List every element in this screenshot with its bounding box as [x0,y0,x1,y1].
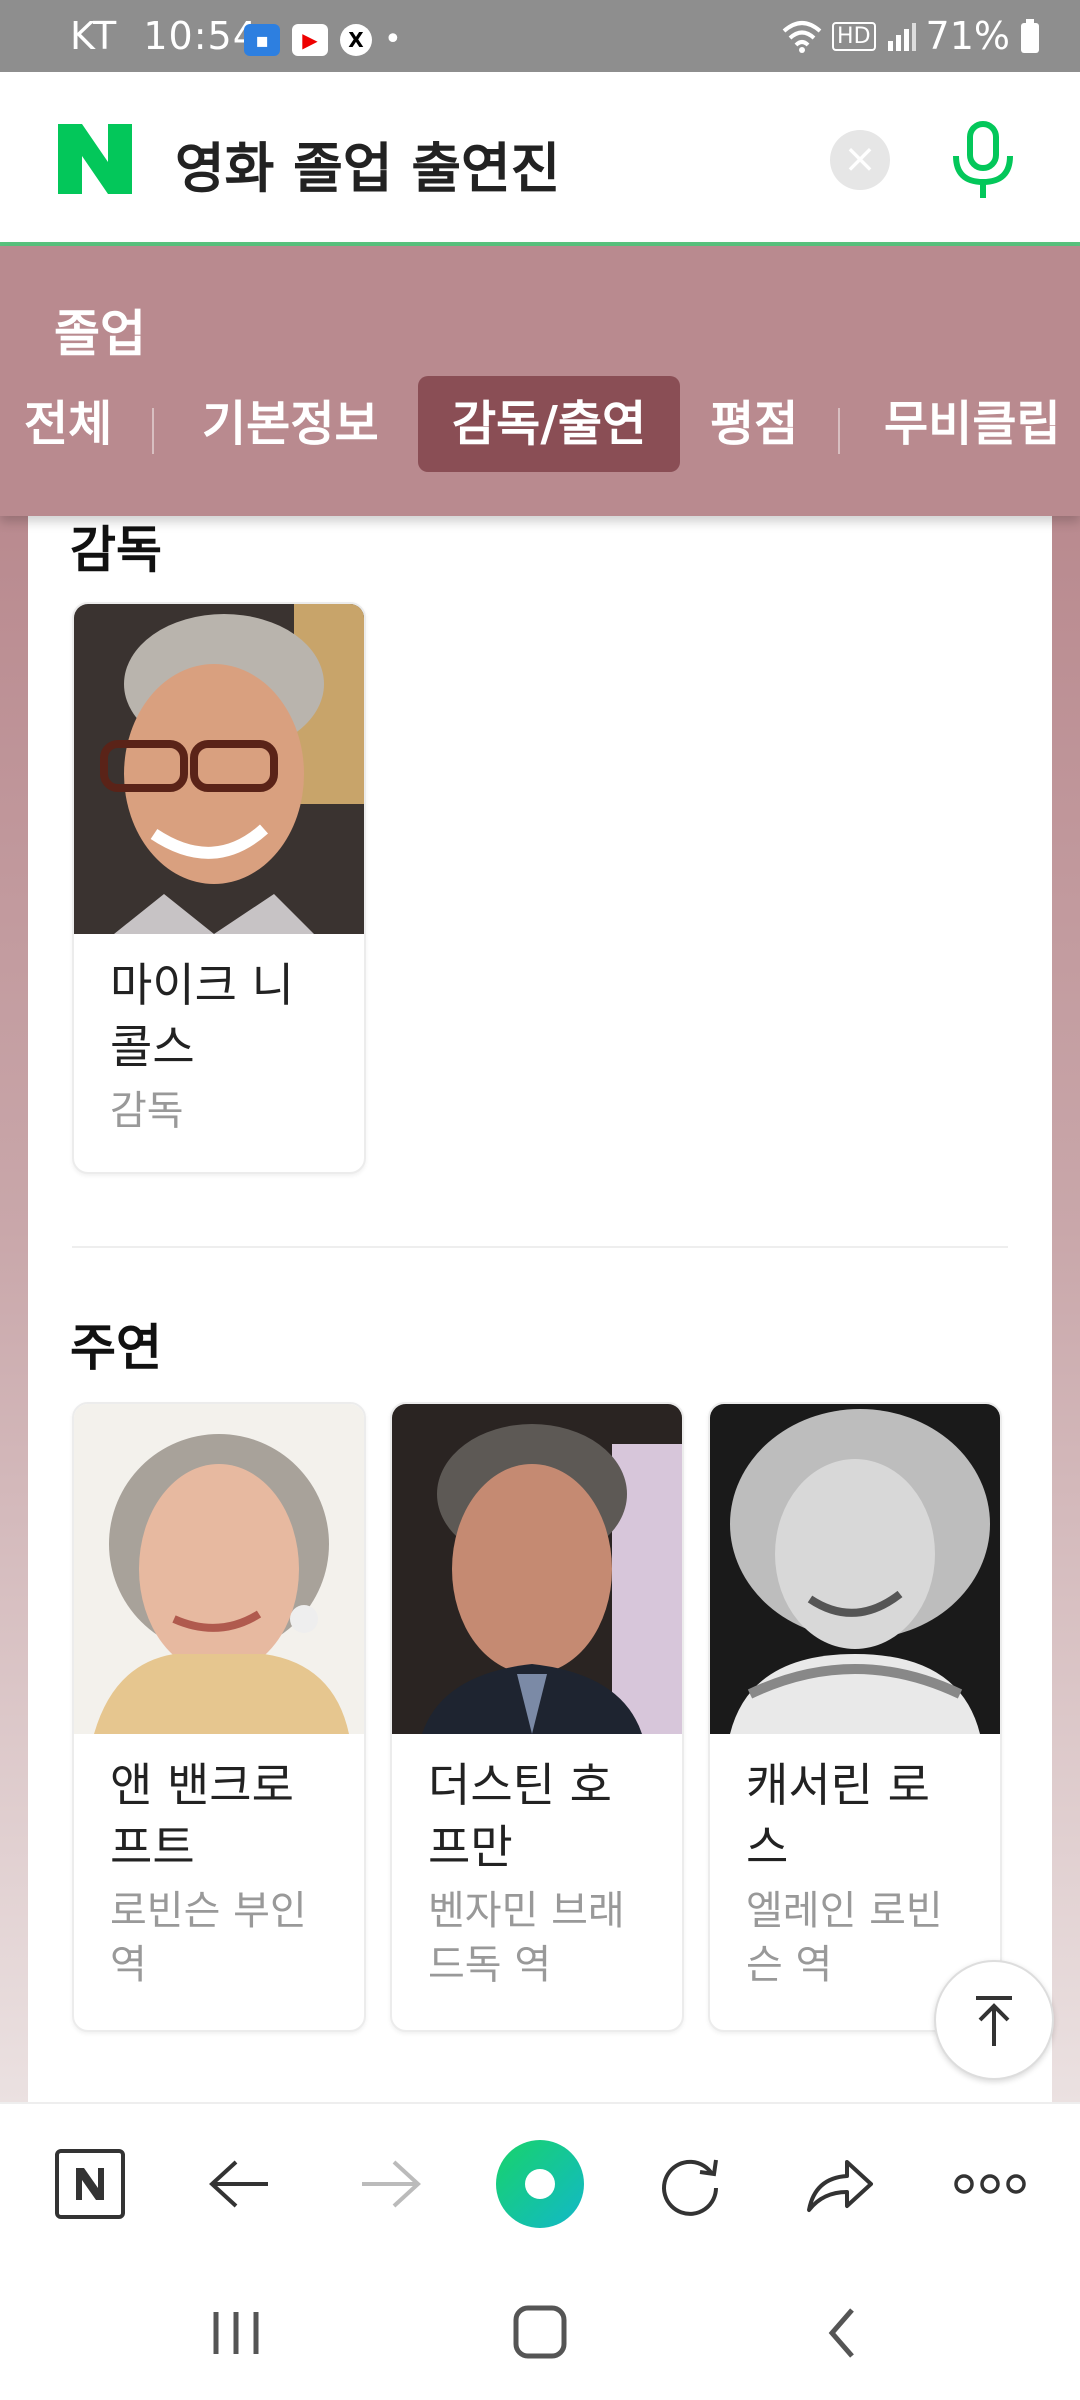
person-name-cont: 프만 [428,1820,513,1874]
x-app-icon: X [340,23,372,56]
section-header: 졸업 전체 기본정보 감독/출연 평점 무비클립 [0,246,1080,516]
status-bar: KT 10:54 ▪ ▶ X • HD 71% [0,0,1080,72]
clock: 10:54 [143,14,258,58]
search-query-text[interactable]: 영화 졸업 출연진 [175,124,560,203]
forward-arrow-icon [362,2160,421,2208]
cast-photo [74,1404,364,1734]
director-photo [74,604,364,934]
tab-separator [838,408,840,454]
more-notifications-dot: • [384,22,402,57]
person-card-director[interactable]: 마이크 니 콜스 감독 [72,602,366,1174]
person-role-cont: 슨 역 [746,1942,833,1988]
director-heading: 감독 [70,521,162,579]
wifi-icon [782,21,822,53]
scroll-to-top-button[interactable] [934,1960,1054,2080]
tab-separator [152,408,154,454]
person-role: 로빈슨 부인 [110,1888,307,1934]
calendar-icon: ▪ [244,23,280,56]
home-icon[interactable] [500,2298,580,2368]
green-dot-icon [496,2140,584,2228]
tab-rating[interactable]: 평점 [710,376,798,472]
system-back-icon[interactable] [804,2298,884,2368]
system-nav-bar [0,2262,1080,2400]
clear-search-button[interactable]: × [830,130,890,190]
green-dot-button[interactable] [490,2134,590,2234]
signal-icon [887,23,916,51]
browser-toolbar [0,2102,1080,2264]
person-card-cast-1[interactable]: 앤 밴크로 프트 로빈슨 부인 역 [72,1402,366,2032]
search-header: 영화 졸업 출연진 × [0,72,1080,246]
person-name-cont: 프트 [110,1820,195,1874]
cast-photo [710,1404,1000,1734]
person-role-cont: 드독 역 [428,1942,552,1988]
cast-photo [392,1404,682,1734]
tab-all[interactable]: 전체 [24,376,112,472]
cast-heading: 주연 [70,1319,162,1377]
person-name: 앤 밴크로 [110,1758,294,1812]
naver-home-button[interactable] [40,2134,140,2234]
status-left: KT 10:54 [70,14,258,58]
back-button[interactable] [190,2134,290,2234]
forward-button[interactable] [340,2134,440,2234]
back-arrow-icon [209,2160,268,2208]
person-name-cont: 콜스 [110,1020,195,1074]
naver-home-icon [55,2149,125,2219]
share-button[interactable] [790,2134,890,2234]
status-right: HD 71% [782,14,1040,58]
section-title: 졸업 [54,305,146,363]
youtube-icon: ▶ [292,23,328,56]
share-arrow-icon [807,2160,873,2212]
carrier-label: KT [70,14,118,58]
person-name: 더스틴 호 [428,1758,612,1812]
tab-movie-clip[interactable]: 무비클립 [884,376,1061,472]
recent-apps-icon[interactable] [196,2298,276,2368]
notification-icons: ▪ ▶ X • [244,22,402,57]
person-role: 엘레인 로빈 [746,1888,943,1934]
refresh-icon [662,2159,718,2216]
person-card-cast-3[interactable]: 캐서린 로 스 엘레인 로빈 슨 역 [708,1402,1002,2032]
person-card-cast-2[interactable]: 더스틴 호 프만 벤자민 브래 드독 역 [390,1402,684,2032]
battery-icon [1021,19,1039,53]
person-name: 캐서린 로 [746,1758,930,1812]
battery-percent: 71% [925,14,1010,58]
arrow-up-icon [976,1996,1012,2046]
naver-logo-icon[interactable] [58,124,132,194]
tab-director-cast[interactable]: 감독/출연 [418,376,681,472]
more-button[interactable] [940,2134,1040,2234]
section-divider [72,1246,1008,1248]
person-name-cont: 스 [746,1820,789,1874]
person-role: 감독 [110,1088,184,1134]
person-role-cont: 역 [110,1942,147,1988]
tab-bar: 전체 기본정보 감독/출연 평점 무비클립 [0,374,1080,474]
person-role: 벤자민 브래 [428,1888,625,1934]
cast-card: 감독 마이크 니 콜스 감독 주연 앤 밴크로 프트 로빈슨 부인 역 더스틴 … [28,500,1052,2120]
hd-voice-icon: HD [832,21,876,51]
more-dots-icon [954,2174,1026,2194]
tab-basic-info[interactable]: 기본정보 [202,376,379,472]
voice-search-mic-icon[interactable] [948,120,1018,200]
person-name: 마이크 니 [110,958,294,1012]
refresh-button[interactable] [640,2134,740,2234]
